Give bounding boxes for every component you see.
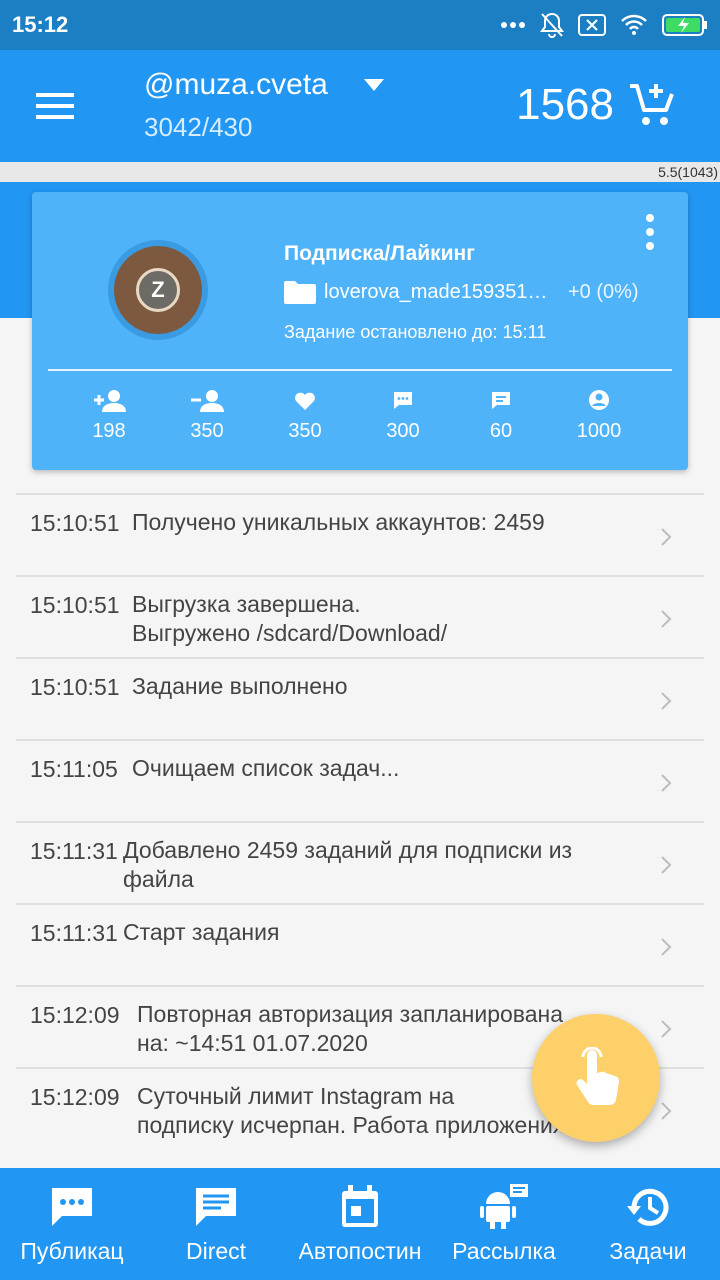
- stat-follow: 198: [60, 388, 158, 443]
- task-file: loverova_made159351… +0 (0%): [284, 280, 639, 304]
- status-icons: [500, 10, 708, 40]
- nav-item-autoposting[interactable]: Автопостин: [288, 1168, 432, 1280]
- chevron-right-icon: [661, 774, 672, 792]
- log-time: 15:11:31: [30, 920, 118, 946]
- nav-item-broadcast[interactable]: Рассылка: [432, 1168, 576, 1280]
- battery-charging-icon: [662, 14, 707, 36]
- task-stats: 198 350 350 300 60 1000: [60, 388, 660, 443]
- log-message: Добавлено 2459 заданий для подписки из ф…: [123, 837, 573, 892]
- log-item[interactable]: 15:10:51 Получено уникальных аккаунтов: …: [16, 493, 704, 575]
- nav-label: Direct: [185, 1238, 247, 1264]
- nav-item-publications[interactable]: Публикац: [0, 1168, 144, 1280]
- log-time: 15:10:51: [30, 592, 120, 618]
- stat-profile: 1000: [550, 388, 648, 443]
- chevron-right-icon: [661, 938, 672, 956]
- unfollow-icon: [191, 390, 224, 412]
- task-title: Подписка/Лайкинг: [284, 242, 475, 265]
- log-item[interactable]: 15:10:51 Задание выполнено: [16, 657, 704, 739]
- sim-x-icon: [578, 14, 606, 36]
- chevron-right-icon: [661, 856, 672, 874]
- stat-message: 60: [452, 388, 550, 443]
- menu-button[interactable]: [28, 84, 84, 128]
- stat-like-value: 350: [288, 420, 322, 442]
- like-icon: [295, 392, 315, 410]
- log-time: 15:11:31: [30, 838, 118, 864]
- chevron-right-icon: [661, 528, 672, 546]
- log-time: 15:10:51: [30, 510, 120, 536]
- log-time: 15:10:51: [30, 674, 120, 700]
- nav-item-direct[interactable]: Direct: [144, 1168, 288, 1280]
- profile-icon: [589, 390, 609, 410]
- account-name: @muza.cveta: [144, 68, 328, 101]
- add-cart-icon: [630, 84, 674, 125]
- log-message: Задание выполнено: [132, 673, 348, 699]
- stat-profile-value: 1000: [576, 420, 622, 442]
- task-file-progress: +0 (0%): [568, 280, 639, 303]
- version-strip: [0, 162, 720, 182]
- message-icon: [492, 392, 510, 409]
- log-time: 15:12:09: [30, 1002, 120, 1028]
- log-item[interactable]: 15:11:31 Старт задания: [16, 903, 704, 985]
- stat-unfollow-value: 350: [190, 420, 224, 442]
- log-item[interactable]: 15:10:51 Выгрузка завершена. Выгружено /…: [16, 575, 704, 657]
- history-icon: [627, 1188, 669, 1226]
- task-status: Задание остановлено до: 15:11: [284, 322, 547, 342]
- hamburger-icon: [36, 93, 74, 119]
- log-message: Выгрузка завершена. Выгружено /sdcard/Do…: [132, 591, 448, 646]
- balance-value: 1568: [516, 80, 614, 129]
- more-dots-icon: [501, 22, 525, 28]
- log-message: Старт задания: [123, 919, 280, 945]
- dropdown-arrow-icon: [363, 79, 384, 91]
- chat-dots-icon: [52, 1188, 92, 1226]
- log-message: Очищаем список задач...: [132, 755, 400, 781]
- nav-label: Автопостин: [298, 1238, 422, 1264]
- tap-fab-button[interactable]: [532, 1014, 660, 1142]
- chevron-right-icon: [661, 1102, 672, 1120]
- avatar-letter: Z: [136, 268, 180, 312]
- android-broadcast-icon: [480, 1184, 528, 1229]
- stat-unfollow: 350: [158, 388, 256, 443]
- nav-label: Публикац: [20, 1238, 124, 1264]
- tap-hand-icon: [576, 1047, 620, 1106]
- app-version: 5.5(1043): [658, 164, 718, 180]
- task-card[interactable]: Z Подписка/Лайкинг loverova_made159351… …: [32, 192, 688, 470]
- log-message: Получено уникальных аккаунтов: 2459: [132, 509, 545, 535]
- log-time: 15:12:09: [30, 1084, 120, 1110]
- balance-button[interactable]: 1568: [516, 80, 676, 130]
- folder-icon: [284, 281, 316, 304]
- stat-comment: 300: [354, 388, 452, 443]
- nav-label: Задачи: [609, 1238, 687, 1264]
- stat-comment-value: 300: [386, 420, 420, 442]
- log-time: 15:11:05: [30, 756, 118, 782]
- stat-message-value: 60: [489, 420, 513, 442]
- nav-item-tasks[interactable]: Задачи: [576, 1168, 720, 1280]
- avatar: Z: [108, 240, 208, 340]
- chevron-right-icon: [661, 1020, 672, 1038]
- app-toolbar: @muza.cveta 3042/430 1568: [0, 50, 720, 162]
- card-more-button[interactable]: [640, 214, 660, 250]
- chevron-right-icon: [661, 692, 672, 710]
- calendar-icon: [342, 1185, 378, 1227]
- bell-off-icon: [540, 12, 564, 38]
- comment-icon: [394, 392, 412, 409]
- stat-like: 350: [256, 388, 354, 443]
- chevron-right-icon: [661, 610, 672, 628]
- account-stats: 3042/430: [144, 112, 253, 142]
- card-divider: [48, 369, 672, 371]
- log-item[interactable]: 15:11:31 Добавлено 2459 заданий для подп…: [16, 821, 704, 903]
- status-time: 15:12: [12, 12, 69, 37]
- direct-message-icon: [196, 1188, 236, 1226]
- account-switcher[interactable]: @muza.cveta 3042/430: [144, 68, 384, 143]
- stat-follow-value: 198: [92, 420, 126, 442]
- task-file-name: loverova_made159351…: [324, 280, 548, 303]
- follow-icon: [94, 390, 126, 412]
- wifi-icon: [621, 14, 647, 35]
- log-item[interactable]: 15:11:05 Очищаем список задач...: [16, 739, 704, 821]
- nav-label: Рассылка: [452, 1238, 556, 1264]
- log-message: Суточный лимит Instagram на подписку исч…: [137, 1083, 562, 1138]
- status-bar: 15:12: [0, 0, 720, 50]
- bottom-navigation: Публикац Direct Автопостин Рассылка Зада…: [0, 1168, 720, 1280]
